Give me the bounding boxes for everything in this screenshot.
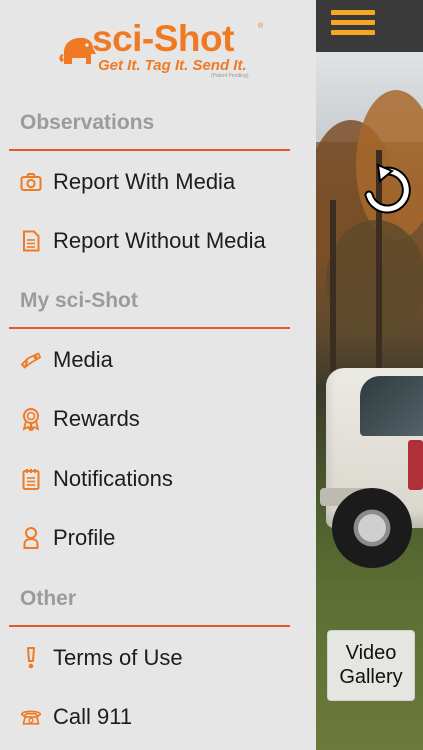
telephone-icon — [20, 706, 42, 728]
exclamation-icon — [20, 647, 42, 669]
menu-item-report-without-media[interactable]: Report Without Media — [0, 216, 316, 266]
menu-item-label: Terms of Use — [53, 645, 183, 670]
logo-title: sci-Shot — [92, 18, 234, 59]
menu-item-media[interactable]: Media — [0, 335, 316, 385]
menu-item-label: Report Without Media — [53, 228, 266, 253]
app-logo: sci-Shot ® Get It. Tag It. Send It. (Pat… — [58, 18, 264, 82]
van-red-lettering — [408, 440, 423, 490]
menu-item-terms-of-use[interactable]: Terms of Use — [0, 633, 316, 683]
section-divider — [9, 149, 290, 151]
menu-item-notifications[interactable]: Notifications — [0, 454, 316, 504]
menu-item-profile[interactable]: Profile — [0, 513, 316, 563]
document-icon — [20, 230, 42, 252]
menu-item-label: Profile — [53, 525, 116, 550]
video-gallery-label-line1: Video — [345, 642, 397, 664]
patent-note: (Patent Pending) — [211, 73, 249, 79]
video-gallery-button[interactable]: Video Gallery — [327, 630, 415, 701]
award-ribbon-icon — [20, 408, 42, 431]
menu-item-label: Media — [53, 347, 113, 372]
camera-icon — [20, 171, 42, 193]
registered-mark: ® — [258, 23, 264, 30]
menu-item-label: Notifications — [53, 466, 173, 491]
hamburger-menu-button[interactable] — [330, 7, 376, 41]
video-gallery-label-line2: Gallery — [339, 666, 403, 688]
notepad-icon — [20, 468, 42, 490]
navigation-drawer: sci-Shot ® Get It. Tag It. Send It. (Pat… — [0, 0, 316, 750]
van-wheel — [332, 488, 412, 568]
section-header-my-sci-shot: My sci-Shot — [20, 289, 138, 312]
media-icon — [20, 349, 42, 371]
rotate-icon — [364, 163, 411, 214]
menu-item-label: Rewards — [53, 406, 140, 431]
hamburger-line — [331, 20, 375, 25]
section-divider — [9, 625, 290, 627]
top-bar — [316, 0, 423, 52]
rotate-camera-button[interactable] — [358, 163, 416, 217]
logo-tagline: Get It. Tag It. Send It. — [98, 57, 247, 74]
menu-item-rewards[interactable]: Rewards — [0, 394, 316, 444]
tree-foliage — [326, 220, 423, 340]
menu-item-report-with-media[interactable]: Report With Media — [0, 157, 316, 207]
menu-item-label: Report With Media — [53, 169, 236, 194]
section-divider — [9, 327, 290, 329]
person-icon — [20, 527, 42, 549]
menu-item-label: Call 911 — [53, 704, 133, 729]
hamburger-line — [331, 30, 375, 35]
section-header-other: Other — [20, 587, 77, 610]
section-header-observations: Observations — [20, 111, 155, 134]
hamburger-line — [331, 10, 375, 15]
van — [320, 338, 423, 568]
van-window — [360, 376, 423, 436]
menu-item-call-911[interactable]: Call 911 — [0, 692, 316, 742]
